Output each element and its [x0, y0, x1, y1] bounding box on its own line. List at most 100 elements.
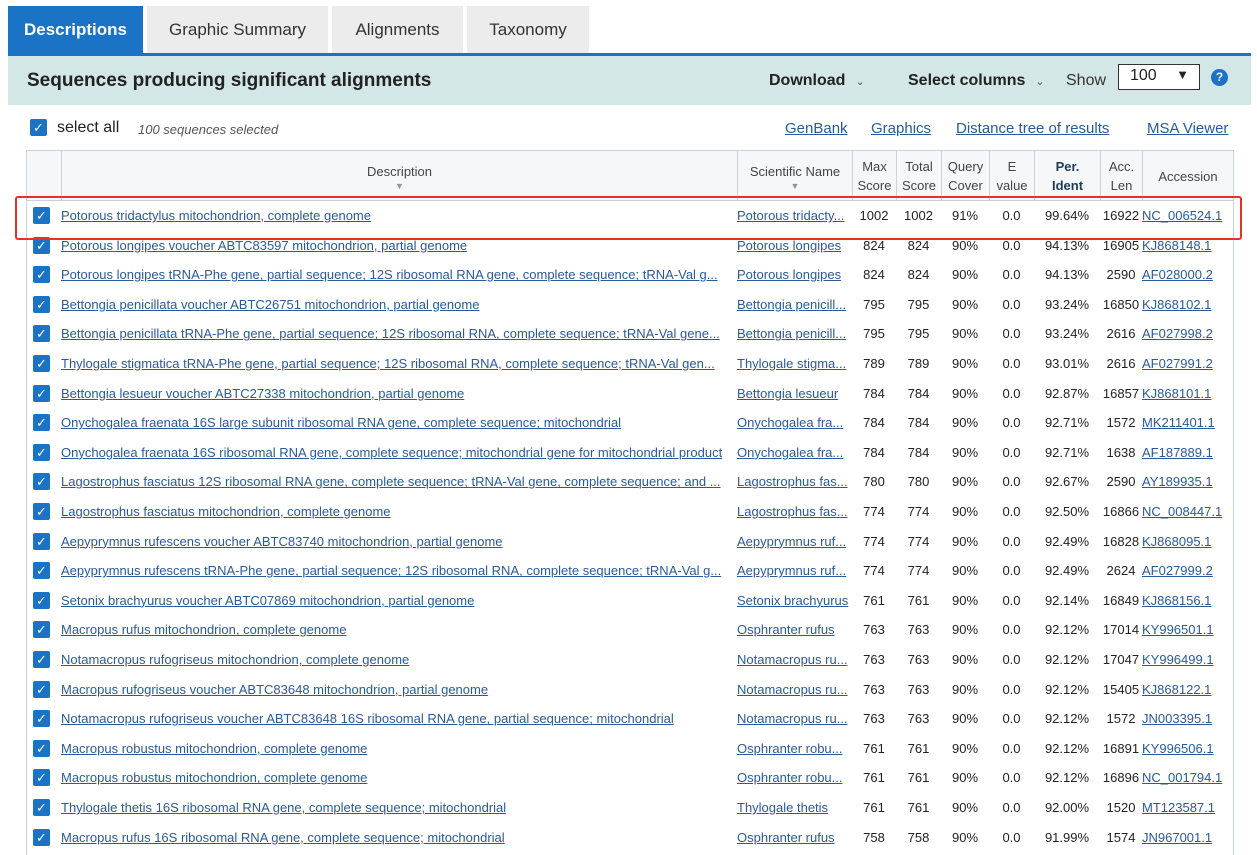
row-checkbox[interactable]: ✓: [33, 266, 50, 284]
description-link[interactable]: Aepyprymnus rufescens tRNA-Phe gene, par…: [61, 556, 737, 585]
scientific-name-link[interactable]: Osphranter robu...: [737, 763, 852, 792]
description-link[interactable]: Bettongia penicillata voucher ABTC26751 …: [61, 290, 737, 319]
description-link[interactable]: Notamacropus rufogriseus voucher ABTC836…: [61, 704, 737, 733]
accession-link[interactable]: MT123587.1: [1142, 793, 1233, 822]
row-checkbox[interactable]: ✓: [33, 384, 50, 402]
description-link[interactable]: Potorous longipes voucher ABTC83597 mito…: [61, 231, 737, 260]
scientific-name-link[interactable]: Thylogale thetis: [737, 793, 852, 822]
accession-link[interactable]: KJ868148.1: [1142, 231, 1233, 260]
column-max-score[interactable]: Max Score: [852, 151, 896, 201]
column-accession[interactable]: Accession: [1142, 151, 1233, 201]
scientific-name-link[interactable]: Thylogale stigma...: [737, 349, 852, 378]
row-checkbox[interactable]: ✓: [33, 443, 50, 461]
select-all-checkbox[interactable]: ✓: [30, 119, 47, 136]
column-description[interactable]: Description ▼: [61, 151, 737, 201]
row-checkbox[interactable]: ✓: [33, 828, 50, 846]
scientific-name-link[interactable]: Aepyprymnus ruf...: [737, 556, 852, 585]
description-link[interactable]: Aepyprymnus rufescens voucher ABTC83740 …: [61, 527, 737, 556]
description-link[interactable]: Macropus rufus 16S ribosomal RNA gene, c…: [61, 823, 737, 852]
row-checkbox[interactable]: ✓: [33, 503, 50, 520]
scientific-name-link[interactable]: Notamacropus ru...: [737, 704, 852, 733]
accession-link[interactable]: KY996499.1: [1142, 645, 1233, 674]
row-checkbox[interactable]: ✓: [33, 473, 50, 491]
accession-link[interactable]: AY189935.1: [1142, 467, 1233, 496]
scientific-name-link[interactable]: Onychogalea fra...: [737, 408, 852, 437]
tab-graphic-summary[interactable]: Graphic Summary: [147, 6, 328, 54]
description-link[interactable]: Potorous tridactylus mitochondrion, comp…: [61, 201, 737, 230]
row-checkbox[interactable]: ✓: [33, 295, 50, 313]
scientific-name-link[interactable]: Osphranter rufus: [737, 615, 852, 644]
description-link[interactable]: Lagostrophus fasciatus mitochondrion, co…: [61, 497, 737, 526]
row-checkbox[interactable]: ✓: [33, 739, 50, 757]
row-checkbox[interactable]: ✓: [33, 532, 50, 550]
accession-link[interactable]: AF027991.2: [1142, 349, 1233, 378]
row-checkbox[interactable]: ✓: [33, 236, 50, 254]
description-link[interactable]: Onychogalea fraenata 16S ribosomal RNA g…: [61, 438, 737, 467]
description-link[interactable]: Bettongia lesueur voucher ABTC27338 mito…: [61, 379, 737, 408]
select-all-label[interactable]: select all: [57, 119, 119, 137]
row-checkbox[interactable]: ✓: [33, 680, 50, 698]
scientific-name-link[interactable]: Bettongia penicill...: [737, 319, 852, 348]
scientific-name-link[interactable]: Potorous longipes: [737, 260, 852, 289]
description-link[interactable]: Macropus robustus mitochondrion, complet…: [61, 734, 737, 763]
column-acc-len[interactable]: Acc. Len: [1100, 151, 1142, 201]
description-link[interactable]: Thylogale thetis 16S ribosomal RNA gene,…: [61, 793, 737, 822]
scientific-name-link[interactable]: Osphranter robu...: [737, 734, 852, 763]
scientific-name-link[interactable]: Bettongia lesueur: [737, 379, 852, 408]
row-checkbox[interactable]: ✓: [33, 207, 50, 224]
genbank-link[interactable]: GenBank: [785, 120, 848, 137]
description-link[interactable]: Lagostrophus fasciatus 12S ribosomal RNA…: [61, 467, 737, 496]
download-menu[interactable]: Download ⌄: [769, 72, 865, 90]
scientific-name-link[interactable]: Lagostrophus fas...: [737, 467, 852, 496]
accession-link[interactable]: AF027998.2: [1142, 319, 1233, 348]
description-link[interactable]: Macropus rufus mitochondrion, complete g…: [61, 615, 737, 644]
tab-descriptions[interactable]: Descriptions: [8, 6, 143, 54]
accession-link[interactable]: JN003395.1: [1142, 704, 1233, 733]
row-checkbox[interactable]: ✓: [33, 710, 50, 728]
row-checkbox[interactable]: ✓: [33, 799, 50, 816]
row-checkbox[interactable]: ✓: [33, 414, 50, 432]
accession-link[interactable]: KJ868122.1: [1142, 675, 1233, 704]
accession-link[interactable]: AF027999.2: [1142, 556, 1233, 585]
scientific-name-link[interactable]: Osphranter rufus: [737, 823, 852, 852]
show-count-select[interactable]: 100 ▼: [1118, 64, 1200, 90]
scientific-name-link[interactable]: Notamacropus ru...: [737, 675, 852, 704]
scientific-name-link[interactable]: Bettongia penicill...: [737, 290, 852, 319]
accession-link[interactable]: KJ868095.1: [1142, 527, 1233, 556]
accession-link[interactable]: JN967001.1: [1142, 823, 1233, 852]
description-link[interactable]: Notamacropus rufogriseus mitochondrion, …: [61, 645, 737, 674]
tab-alignments[interactable]: Alignments: [332, 6, 463, 54]
scientific-name-link[interactable]: Notamacropus ru...: [737, 645, 852, 674]
description-link[interactable]: Onychogalea fraenata 16S large subunit r…: [61, 408, 737, 437]
column-e-value[interactable]: E value: [989, 151, 1034, 201]
description-link[interactable]: Thylogale stigmatica tRNA-Phe gene, part…: [61, 349, 737, 378]
accession-link[interactable]: NC_001794.1: [1142, 763, 1233, 792]
row-checkbox[interactable]: ✓: [33, 651, 50, 668]
column-query-cover[interactable]: Query Cover: [941, 151, 989, 201]
description-link[interactable]: Macropus rufogriseus voucher ABTC83648 m…: [61, 675, 737, 704]
accession-link[interactable]: NC_006524.1: [1142, 201, 1233, 230]
column-scientific-name[interactable]: Scientific Name ▼: [737, 151, 852, 201]
column-per-ident[interactable]: Per. Ident: [1034, 151, 1100, 201]
scientific-name-link[interactable]: Potorous longipes: [737, 231, 852, 260]
accession-link[interactable]: NC_008447.1: [1142, 497, 1233, 526]
accession-link[interactable]: AF028000.2: [1142, 260, 1233, 289]
description-link[interactable]: Setonix brachyurus voucher ABTC07869 mit…: [61, 586, 737, 615]
graphics-link[interactable]: Graphics: [871, 120, 931, 137]
accession-link[interactable]: KJ868156.1: [1142, 586, 1233, 615]
question-icon[interactable]: ?: [1211, 69, 1228, 86]
row-checkbox[interactable]: ✓: [33, 769, 50, 787]
description-link[interactable]: Bettongia penicillata tRNA-Phe gene, par…: [61, 319, 737, 348]
row-checkbox[interactable]: ✓: [33, 355, 50, 372]
column-total-score[interactable]: Total Score: [896, 151, 941, 201]
row-checkbox[interactable]: ✓: [33, 325, 50, 343]
accession-link[interactable]: KY996506.1: [1142, 734, 1233, 763]
accession-link[interactable]: KY996501.1: [1142, 615, 1233, 644]
row-checkbox[interactable]: ✓: [33, 562, 50, 580]
row-checkbox[interactable]: ✓: [33, 621, 50, 639]
accession-link[interactable]: KJ868101.1: [1142, 379, 1233, 408]
scientific-name-link[interactable]: Setonix brachyurus: [737, 586, 852, 615]
tab-taxonomy[interactable]: Taxonomy: [467, 6, 589, 54]
select-columns-menu[interactable]: Select columns ⌄: [908, 72, 1045, 90]
scientific-name-link[interactable]: Lagostrophus fas...: [737, 497, 852, 526]
